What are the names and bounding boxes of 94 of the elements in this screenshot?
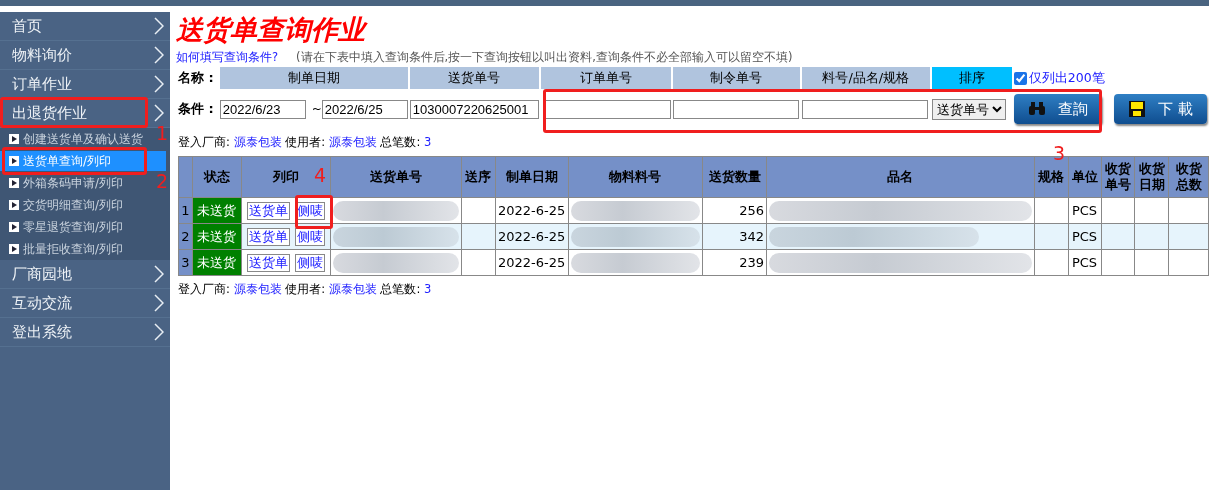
chevron-icon <box>154 75 164 93</box>
query-header: 排序 <box>931 67 1012 89</box>
column-header: 送货数量 <box>708 169 761 184</box>
column-header: 收货单号 <box>1104 161 1131 192</box>
row-number: 1 <box>178 197 193 224</box>
vendor-label: 登入厂商: <box>178 282 230 296</box>
range-mark: ~ <box>311 102 322 116</box>
play-icon <box>9 178 19 188</box>
sort-select[interactable]: 送货单号 <box>931 98 1006 120</box>
date-to-field[interactable]: 2022/6/25 <box>321 99 408 119</box>
delivery-note-link[interactable]: 送货单 <box>246 227 290 246</box>
column-header: 单位 <box>1071 169 1098 184</box>
help-link[interactable]: 如何填写查询条件? <box>176 50 279 65</box>
column-header: 规格 <box>1038 169 1065 184</box>
vendor-label: 登入厂商: <box>178 135 230 149</box>
menu-item[interactable]: 厂商园地 <box>12 264 72 284</box>
table-cell: 2022-6-25 <box>495 249 569 276</box>
delivery-note-link[interactable]: 送货单 <box>246 201 290 220</box>
user-label: 使用者: <box>285 282 326 296</box>
play-icon <box>9 200 19 210</box>
table-cell: 239 <box>702 249 767 276</box>
total-label: 总笔数: <box>380 282 421 296</box>
vendor-name: 源泰包装 <box>233 135 282 149</box>
delivery-number-field[interactable]: 1030007220625001 <box>409 99 539 119</box>
total-count: 3 <box>423 135 432 149</box>
column-header: 制单日期 <box>505 169 558 184</box>
query-header: 料号/品名/规格 <box>801 67 930 89</box>
query-header: 制单日期 <box>219 67 408 89</box>
column-header: 收货日期 <box>1138 161 1165 192</box>
side-mark-link[interactable]: 侧唛 <box>294 227 325 246</box>
table-cell: 2022-6-25 <box>495 223 569 250</box>
user-label: 使用者: <box>285 135 326 149</box>
column-header: 列印 <box>272 169 299 184</box>
row-number: 2 <box>178 223 193 250</box>
side-mark-link[interactable]: 侧唛 <box>294 253 325 272</box>
column-header: 送序 <box>465 169 492 184</box>
chevron-icon <box>154 17 164 35</box>
row-number: 3 <box>178 249 193 276</box>
annotation-number: 2 <box>156 172 169 191</box>
play-icon <box>9 244 19 254</box>
date-from-field[interactable]: 2022/6/23 <box>219 99 306 119</box>
play-icon <box>9 222 19 232</box>
submenu-item[interactable]: 外箱条码申请/列印 <box>0 173 124 193</box>
chevron-icon <box>154 104 164 122</box>
submenu-item[interactable]: 创建送货单及确认送货 <box>0 129 143 149</box>
page-title: 送货单查询作业 <box>176 14 1209 46</box>
column-header: 送货单号 <box>369 169 422 184</box>
table-cell: PCS <box>1068 249 1101 276</box>
table-cell: PCS <box>1068 197 1101 224</box>
order-number-field[interactable] <box>544 99 671 119</box>
binoculars-icon <box>1027 101 1046 117</box>
submenu-item[interactable]: 送货单查询/列印 <box>0 151 166 171</box>
work-order-field[interactable] <box>672 99 799 119</box>
menu-item[interactable]: 互动交流 <box>12 293 72 313</box>
column-header: 状态 <box>203 169 230 184</box>
annotation-box <box>295 195 333 229</box>
query-header: 制令单号 <box>672 67 800 89</box>
table-cell: 2022-6-25 <box>495 197 569 224</box>
menu-item[interactable]: 出退货作业 <box>12 103 87 123</box>
chevron-icon <box>154 323 164 341</box>
query-header: 送货单号 <box>409 67 539 89</box>
query-header: 订单单号 <box>540 67 671 89</box>
menu-item[interactable]: 订单作业 <box>12 74 72 94</box>
annotation-number: 4 <box>314 166 327 185</box>
total-label: 总笔数: <box>380 135 421 149</box>
menu-item[interactable]: 登出系统 <box>12 322 72 342</box>
annotation-number: 1 <box>156 124 169 143</box>
submenu-item[interactable]: 交货明细查询/列印 <box>0 195 124 215</box>
table-cell: 256 <box>702 197 767 224</box>
chevron-icon <box>154 265 164 283</box>
column-header: 收货总数 <box>1175 161 1202 192</box>
column-header: 物料料号 <box>609 169 662 184</box>
submenu-item[interactable]: 零星退货查询/列印 <box>0 217 124 237</box>
user-name: 源泰包装 <box>328 135 377 149</box>
user-name: 源泰包装 <box>328 282 377 296</box>
menu-item[interactable]: 物料询价 <box>12 45 72 65</box>
vendor-name: 源泰包装 <box>233 282 282 296</box>
chevron-icon <box>154 46 164 64</box>
condition-label: 条件 : <box>178 100 215 118</box>
search-button[interactable]: 查詢 <box>1013 94 1102 124</box>
chevron-icon <box>154 294 164 312</box>
name-label: 名称 : <box>178 69 215 87</box>
column-header: 品名 <box>887 169 914 184</box>
submenu-item[interactable]: 批量拒收查询/列印 <box>0 239 124 259</box>
hint-text: (请在下表中填入查询条件后,按一下查询按钮以叫出资料,查询条件不必全部输入可以留空不填) <box>296 50 793 65</box>
delivery-note-link[interactable]: 送货单 <box>246 253 290 272</box>
download-button[interactable]: 下 載 <box>1113 94 1207 124</box>
limit-checkbox[interactable] <box>1013 71 1027 85</box>
play-icon <box>9 156 19 166</box>
item-field[interactable] <box>801 99 928 119</box>
play-icon <box>9 134 19 144</box>
menu-item[interactable]: 首页 <box>12 16 42 36</box>
total-count: 3 <box>423 282 432 296</box>
limit-label: 仅列出200笔 <box>1028 69 1105 87</box>
